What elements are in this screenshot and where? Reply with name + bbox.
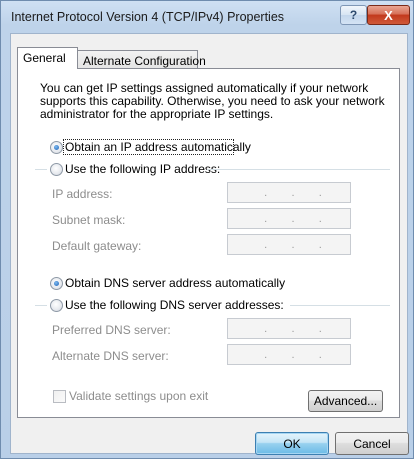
ok-button[interactable]: OK — [255, 432, 329, 455]
advanced-button[interactable]: Advanced... — [308, 390, 383, 412]
close-icon: X — [384, 7, 393, 23]
group-border — [35, 169, 47, 170]
cancel-button[interactable]: Cancel — [335, 432, 409, 455]
tab-general[interactable]: General — [17, 47, 78, 69]
radio-obtain-ip-auto-label[interactable]: Obtain an IP address automatically — [65, 140, 251, 154]
cancel-button-label: Cancel — [353, 436, 391, 451]
alternate-dns-field[interactable]: ... — [227, 344, 351, 365]
default-gateway-field[interactable]: ... — [227, 234, 351, 255]
group-border — [35, 305, 47, 306]
close-button[interactable]: X — [367, 5, 410, 25]
radio-obtain-dns-auto-label[interactable]: Obtain DNS server address automatically — [65, 276, 285, 290]
radio-use-following-ip[interactable] — [50, 163, 63, 176]
radio-use-following-ip-label[interactable]: Use the following IP address: — [65, 162, 220, 176]
advanced-button-label: Advanced... — [313, 394, 378, 408]
subnet-mask-label: Subnet mask: — [52, 213, 126, 227]
tab-alternate-configuration[interactable]: Alternate Configuration — [77, 50, 206, 70]
radio-use-following-dns-label[interactable]: Use the following DNS server addresses: — [65, 298, 284, 312]
alternate-dns-label: Alternate DNS server: — [52, 349, 169, 363]
help-icon: ? — [349, 8, 358, 22]
tab-label: Alternate Configuration — [83, 54, 206, 68]
validate-settings-checkbox[interactable] — [53, 390, 66, 403]
validate-settings-label[interactable]: Validate settings upon exit — [69, 389, 208, 403]
window-title: Internet Protocol Version 4 (TCP/IPv4) P… — [11, 10, 285, 24]
ok-button-label: OK — [283, 436, 301, 451]
group-border — [290, 305, 390, 306]
radio-use-following-dns[interactable] — [50, 299, 63, 312]
preferred-dns-label: Preferred DNS server: — [52, 323, 171, 337]
help-button[interactable]: ? — [340, 5, 367, 25]
radio-obtain-dns-auto[interactable] — [50, 277, 63, 290]
ip-address-field[interactable]: ... — [227, 182, 351, 203]
preferred-dns-field[interactable]: ... — [227, 318, 351, 339]
subnet-mask-field[interactable]: ... — [227, 208, 351, 229]
dialog-window: Internet Protocol Version 4 (TCP/IPv4) P… — [0, 0, 414, 459]
radio-obtain-ip-auto[interactable] — [50, 141, 63, 154]
tab-label: General — [23, 51, 66, 65]
title-bar[interactable]: Internet Protocol Version 4 (TCP/IPv4) P… — [1, 1, 414, 33]
ip-address-label: IP address: — [52, 187, 113, 201]
description-text: You can get IP settings assigned automat… — [40, 81, 385, 121]
group-border — [207, 169, 390, 170]
default-gateway-label: Default gateway: — [52, 239, 142, 253]
